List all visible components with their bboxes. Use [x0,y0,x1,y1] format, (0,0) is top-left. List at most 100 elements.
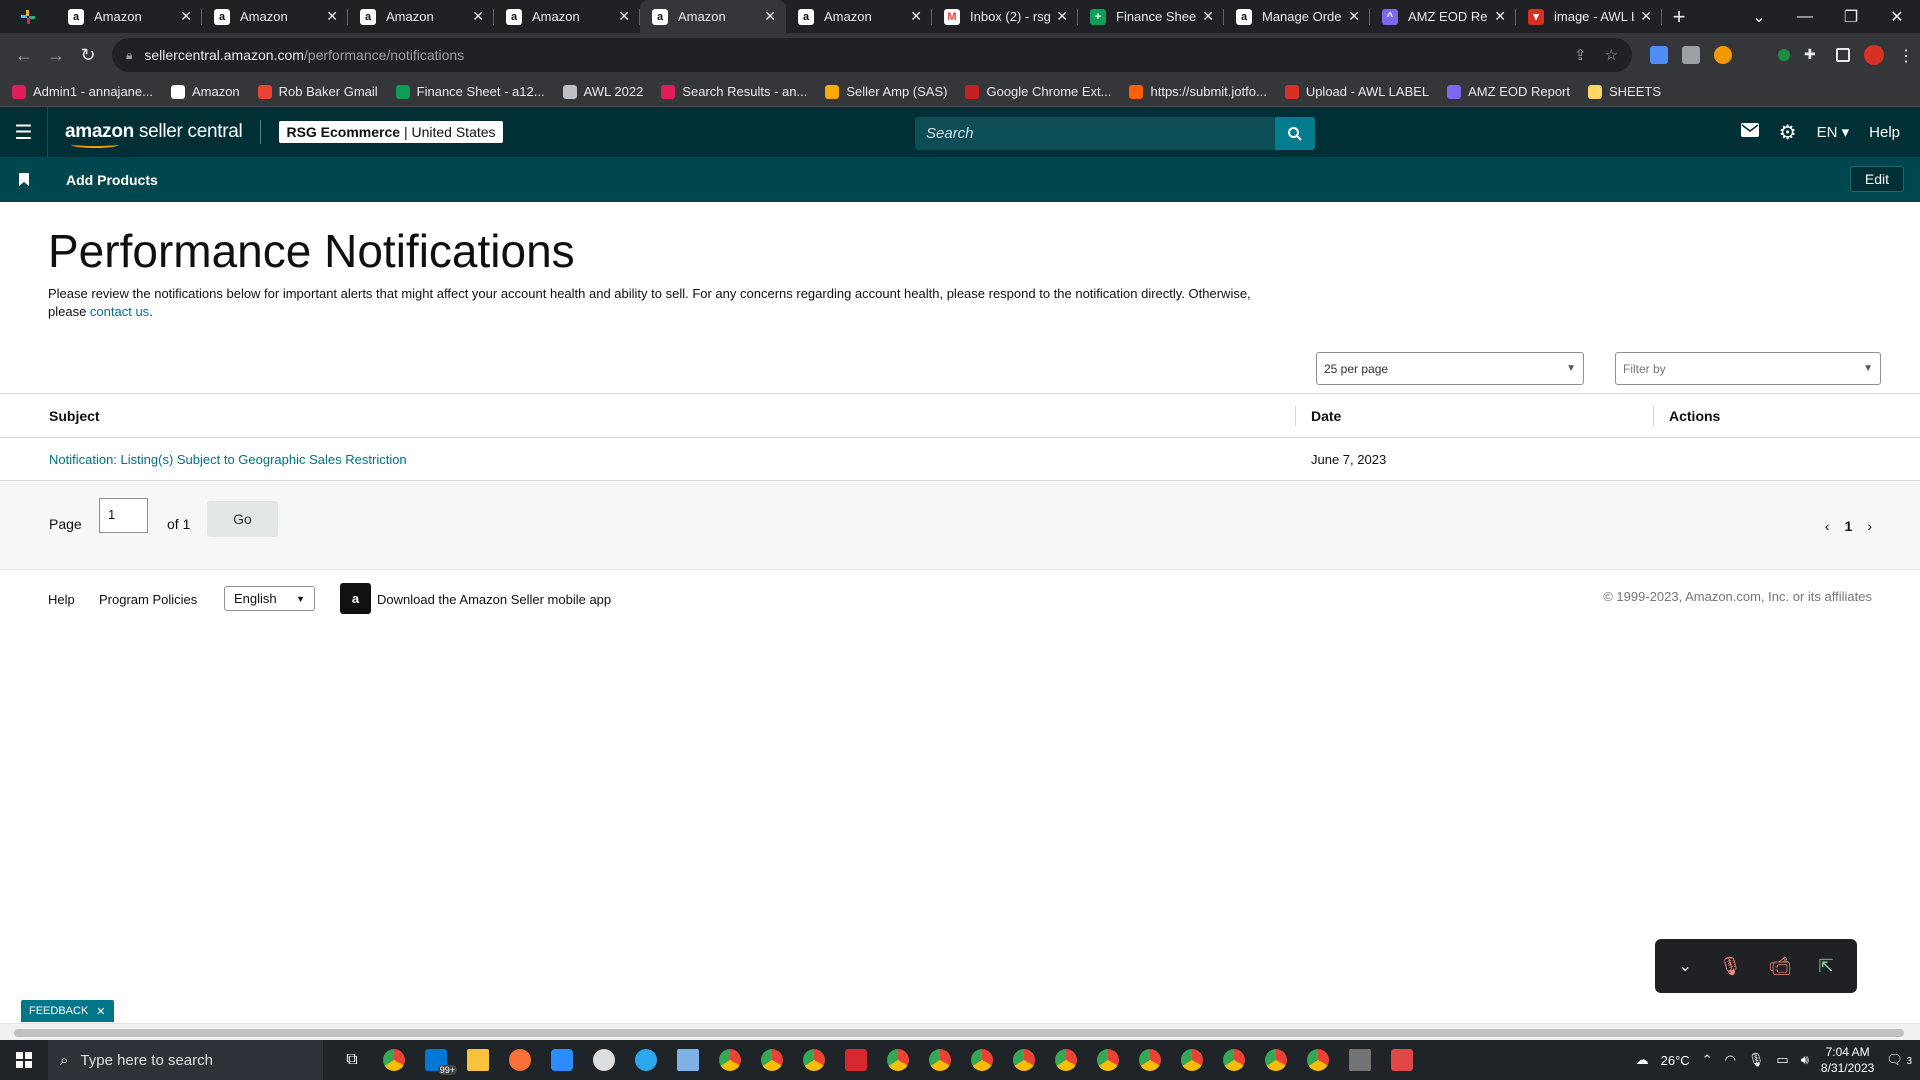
notepad-icon[interactable] [673,1045,703,1075]
download-app-link[interactable]: Download the Amazon Seller mobile app [377,592,611,607]
extension-icon-3[interactable] [1714,46,1732,64]
system-clock[interactable]: 7:04 AM 8/31/2023 [1821,1044,1874,1076]
chrome-profile-icon[interactable] [883,1045,913,1075]
bookmark-star-icon[interactable]: ☆ [1605,46,1618,64]
minimize-button[interactable]: — [1782,0,1828,33]
app-icon[interactable] [589,1045,619,1075]
go-button[interactable]: Go [207,501,278,537]
chrome-profile-icon[interactable] [1303,1045,1333,1075]
browser-tab[interactable]: M Inbox (2) - rsge ✕ [932,0,1078,33]
microphone-icon[interactable]: 🎙︎ [1748,1052,1765,1068]
hamburger-menu-icon[interactable]: ☰ [0,107,48,157]
bookmark-item[interactable]: https://submit.jotfo... [1129,84,1267,99]
search-box[interactable]: Search [915,117,1315,150]
chrome-profile-icon[interactable] [1261,1045,1291,1075]
bookmark-item[interactable]: Search Results - an... [661,84,807,99]
close-tab-icon[interactable]: ✕ [1202,8,1214,25]
zoom-icon[interactable] [547,1045,577,1075]
telegram-icon[interactable] [631,1045,661,1075]
close-tab-icon[interactable]: ✕ [1348,8,1360,25]
per-page-select[interactable]: 25 per page ▼ [1316,352,1584,385]
browser-tab[interactable]: a Amazon ✕ [202,0,348,33]
language-selector[interactable]: EN ▾ [1817,123,1850,141]
notification-subject-link[interactable]: Notification: Listing(s) Subject to Geog… [49,452,407,467]
profile-avatar[interactable] [1864,45,1884,65]
page-number-input[interactable]: 1 [99,498,148,533]
chrome-profile-icon[interactable] [1051,1045,1081,1075]
file-explorer-icon[interactable] [463,1045,493,1075]
bookmark-item[interactable]: Finance Sheet - a12... [395,84,545,99]
chrome-profile-icon[interactable] [967,1045,997,1075]
close-tab-icon[interactable]: ✕ [1056,8,1068,25]
chrome-profile-icon[interactable] [1135,1045,1165,1075]
chrome-profile-icon[interactable] [925,1045,955,1075]
chrome-profile-icon[interactable] [1093,1045,1123,1075]
share-screen-icon[interactable]: ⇱ [1818,956,1833,977]
page-number[interactable]: 1 [1845,518,1853,534]
bookmark-item[interactable]: Seller Amp (SAS) [825,84,947,99]
battery-icon[interactable]: ▭ [1776,1052,1788,1068]
close-icon[interactable]: ✕ [96,1005,105,1018]
windows-start-icon[interactable] [0,1052,48,1068]
extension-icon-1[interactable] [1650,46,1668,64]
browser-tab[interactable]: a Amazon ✕ [640,0,786,33]
weather-icon[interactable]: ☁ [1636,1052,1649,1068]
chrome-profile-icon[interactable] [799,1045,829,1075]
filter-by-select[interactable]: Filter by ▼ [1615,352,1881,385]
chrome-taskbar-icon[interactable] [379,1045,409,1075]
previous-page-icon[interactable]: ‹ [1825,518,1830,534]
new-tab-button[interactable]: + [1662,0,1696,33]
bookmark-item[interactable]: AWL 2022 [562,84,643,99]
task-view-icon[interactable]: ⧉ [337,1045,367,1075]
forward-icon[interactable]: → [40,39,72,71]
browser-tab[interactable]: a Amazon ✕ [56,0,202,33]
footer-language-select[interactable]: English ▼ [224,586,315,611]
chrome-profile-icon[interactable] [757,1045,787,1075]
browser-tab[interactable]: a Amazon ✕ [494,0,640,33]
app-r-icon[interactable] [1387,1045,1417,1075]
taskbar-search-input[interactable]: Type here to search [80,1052,213,1069]
taskbar-search[interactable]: ⌕ Type here to search [48,1040,323,1080]
notification-center-icon[interactable]: 🗨︎ 3 [1886,1052,1912,1068]
browser-tab[interactable]: a Manage Orders ✕ [1224,0,1370,33]
scrollbar-thumb[interactable] [14,1029,1904,1037]
mail-icon[interactable] [1740,123,1759,141]
bookmark-item[interactable]: SHEETS [1588,84,1661,99]
extension-icon-5[interactable] [1778,49,1790,61]
chrome-profile-icon[interactable] [1177,1045,1207,1075]
wps-office-icon[interactable] [841,1045,871,1075]
weather-temp[interactable]: 26°C [1661,1053,1690,1068]
bookmark-item[interactable]: Rob Baker Gmail [257,84,378,99]
camera-off-icon[interactable]: 📹︎ [1769,956,1792,977]
volume-icon[interactable]: 🔊︎ [1801,1052,1809,1068]
calculator-icon[interactable] [1345,1045,1375,1075]
footer-help-link[interactable]: Help [48,592,75,607]
slack-apps-icon[interactable] [0,0,56,33]
browser-tab[interactable]: a Amazon ✕ [348,0,494,33]
browser-tab[interactable]: + Finance Sheet - ✕ [1078,0,1224,33]
mail-taskbar-icon[interactable]: 99+ [421,1045,457,1075]
collapse-chevron-icon[interactable]: ⌄ [1678,956,1691,976]
chrome-profile-icon[interactable] [1009,1045,1039,1075]
close-tab-icon[interactable]: ✕ [764,8,776,25]
contact-us-link[interactable]: contact us [90,304,149,319]
show-hidden-icons-icon[interactable]: ⌃ [1702,1052,1713,1068]
tab-search-icon[interactable]: ⌄ [1736,0,1782,33]
account-switcher[interactable]: RSG Ecommerce | United States [279,121,503,143]
extension-icon-2[interactable] [1682,46,1700,64]
close-window-button[interactable]: ✕ [1874,0,1920,33]
mic-muted-icon[interactable]: 🎙︎ [1719,956,1742,977]
amazon-seller-central-logo[interactable]: amazon seller central [65,121,243,148]
edit-nav-button[interactable]: Edit [1849,166,1904,192]
browser-tab[interactable]: a Amazon ✕ [786,0,932,33]
subject-header[interactable]: Subject [49,408,100,424]
bookmark-item[interactable]: Upload - AWL LABEL [1284,84,1429,99]
side-panel-icon[interactable] [1836,48,1850,62]
share-icon[interactable]: ⇪ [1574,46,1587,64]
maximize-button[interactable]: ❐ [1828,0,1874,33]
close-tab-icon[interactable]: ✕ [180,8,192,25]
browser-tab[interactable]: ^ AMZ EOD Repo ✕ [1370,0,1516,33]
network-icon[interactable]: ◠ [1725,1052,1736,1068]
browser-tab[interactable]: ▾ image - AWL L ✕ [1516,0,1662,33]
firefox-icon[interactable] [505,1045,535,1075]
